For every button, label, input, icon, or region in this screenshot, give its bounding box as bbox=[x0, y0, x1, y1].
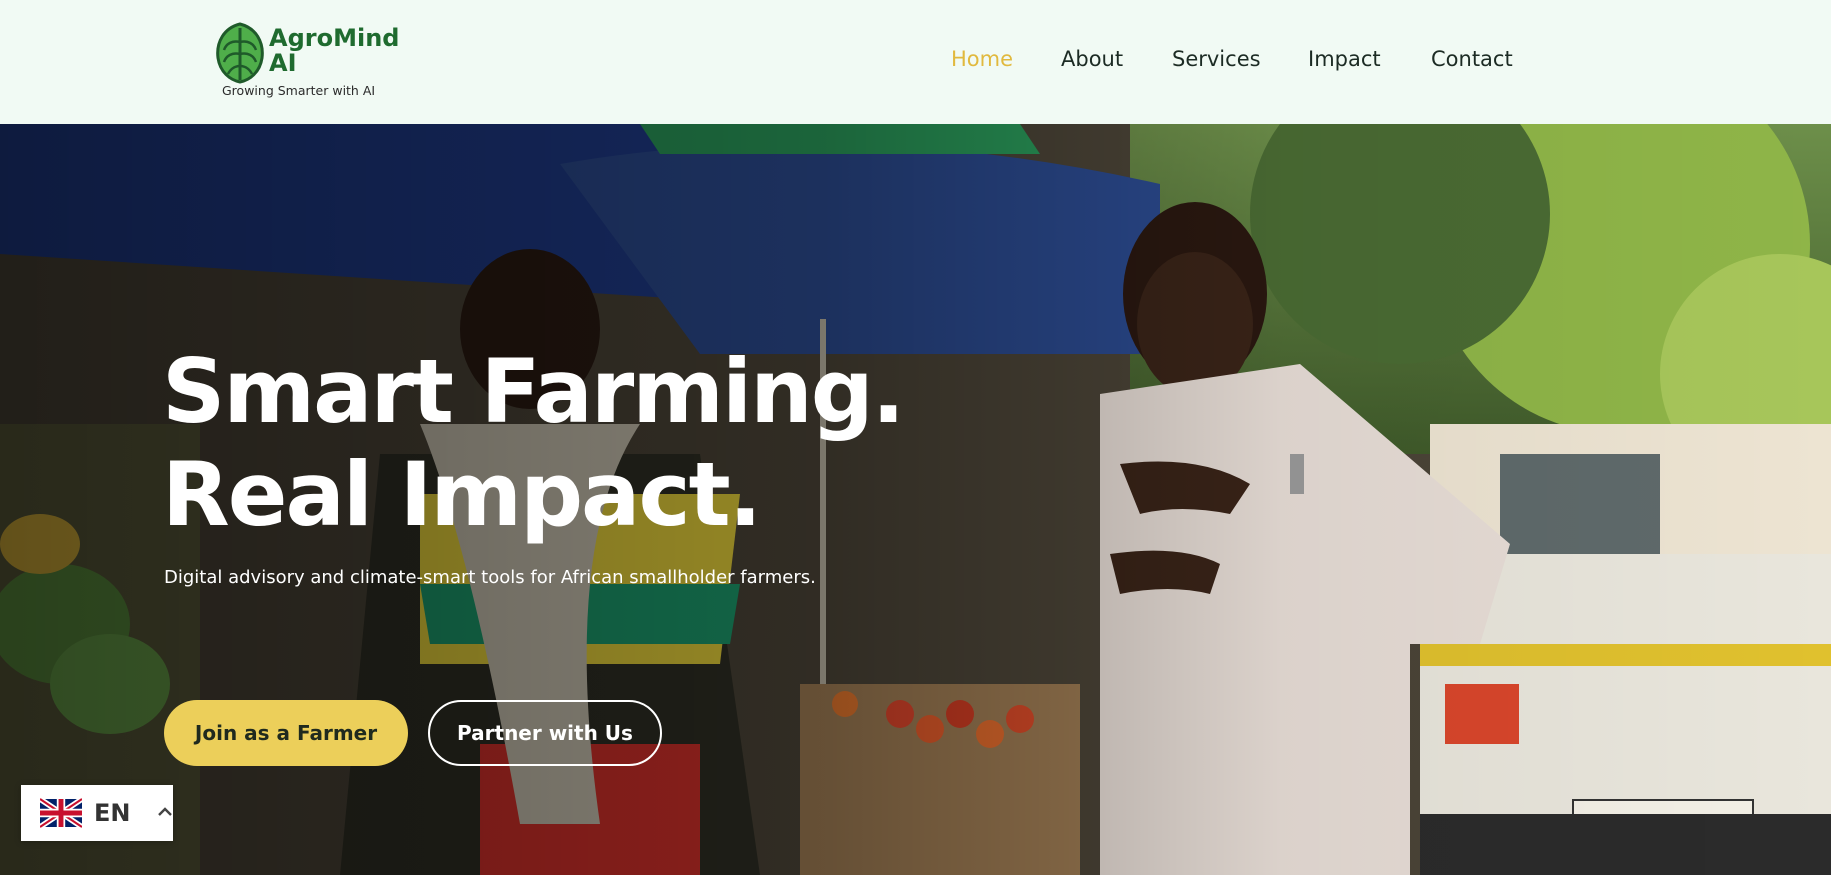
join-as-farmer-button[interactable]: Join as a Farmer bbox=[164, 700, 408, 766]
uk-flag-icon bbox=[40, 797, 82, 829]
hero-title-line2: Real Impact. bbox=[162, 443, 762, 546]
brand-name: AgroMind AI bbox=[269, 24, 400, 77]
hero-section: Smart Farming. Real Impact. Digital advi… bbox=[0, 124, 1831, 875]
hero-subtitle: Digital advisory and climate-smart tools… bbox=[164, 567, 816, 588]
nav-home[interactable]: Home bbox=[951, 47, 1013, 71]
leaf-brain-icon bbox=[216, 22, 264, 84]
hero-title: Smart Farming. Real Impact. bbox=[162, 340, 905, 546]
nav-impact[interactable]: Impact bbox=[1308, 47, 1381, 71]
partner-with-us-button[interactable]: Partner with Us bbox=[428, 700, 662, 766]
language-code: EN bbox=[94, 799, 131, 827]
hero-title-line1: Smart Farming. bbox=[162, 340, 905, 443]
chevron-up-icon bbox=[158, 807, 172, 816]
site-header: AgroMind AI Growing Smarter with AI Home… bbox=[0, 0, 1831, 124]
nav-about[interactable]: About bbox=[1061, 47, 1123, 71]
brand-tagline: Growing Smarter with AI bbox=[222, 83, 376, 98]
language-switcher[interactable]: EN bbox=[21, 785, 173, 841]
brand-logo[interactable]: AgroMind AI Growing Smarter with AI bbox=[212, 20, 402, 102]
nav-services[interactable]: Services bbox=[1172, 47, 1261, 71]
nav-contact[interactable]: Contact bbox=[1431, 47, 1513, 71]
